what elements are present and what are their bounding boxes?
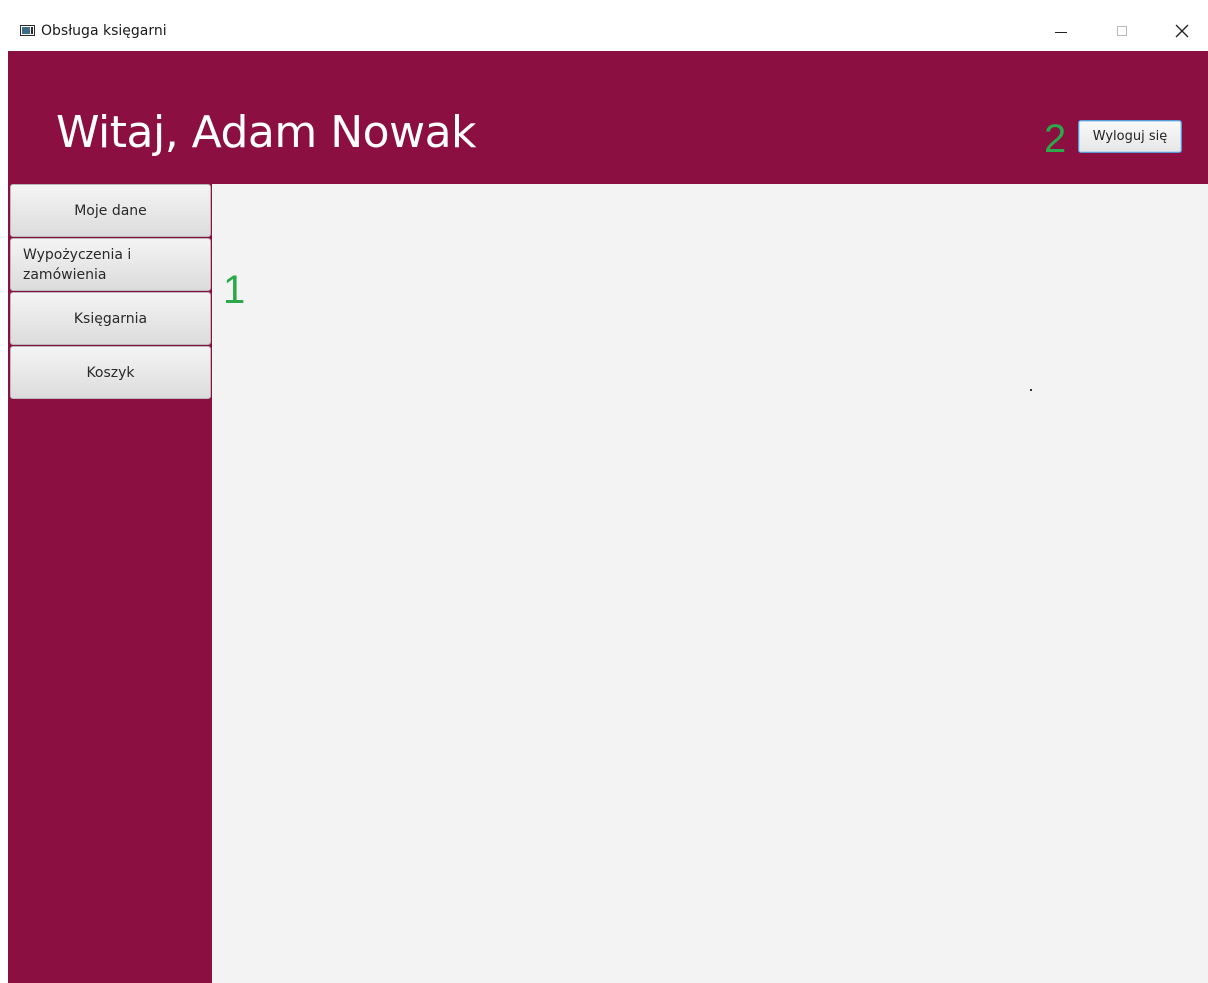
- logout-button[interactable]: Wyloguj się: [1078, 120, 1182, 153]
- sidebar-item-wypozyczenia[interactable]: Wypożyczenia i zamówienia: [10, 238, 211, 291]
- title-bar[interactable]: Obsługa księgarni: [8, 11, 1208, 51]
- sidebar-item-label: Wypożyczenia i zamówienia: [23, 246, 132, 283]
- sidebar-item-moje-dane[interactable]: Moje dane: [10, 184, 211, 237]
- sidebar-item-ksiegarnia[interactable]: Księgarnia: [10, 292, 211, 345]
- sidebar-item-label: Koszyk: [86, 364, 135, 381]
- sidebar-item-koszyk[interactable]: Koszyk: [10, 346, 211, 399]
- maximize-button[interactable]: [1099, 11, 1145, 51]
- minimize-icon: [1055, 31, 1067, 33]
- header-bar: Witaj, Adam Nowak 2 Wyloguj się: [8, 51, 1208, 184]
- app-window: Obsługa księgarni Witaj, Adam Nowak 2 Wy…: [8, 11, 1208, 983]
- annotation-marker-2: 2: [1044, 117, 1067, 161]
- content-dot: [1030, 389, 1032, 391]
- window-app-icon: [20, 25, 35, 36]
- maximize-icon: [1117, 26, 1127, 36]
- sidebar-item-label: Księgarnia: [73, 310, 148, 327]
- close-icon: [1175, 24, 1189, 38]
- close-button[interactable]: [1159, 11, 1205, 51]
- window-title: Obsługa księgarni: [41, 23, 167, 39]
- annotation-marker-1: 1: [223, 268, 246, 312]
- main-content-area: [212, 184, 1208, 983]
- welcome-heading: Witaj, Adam Nowak: [56, 107, 477, 158]
- minimize-button[interactable]: [1038, 11, 1084, 51]
- sidebar-nav: Moje dane Wypożyczenia i zamówienia Księ…: [8, 184, 212, 983]
- sidebar-item-label: Moje dane: [74, 202, 147, 219]
